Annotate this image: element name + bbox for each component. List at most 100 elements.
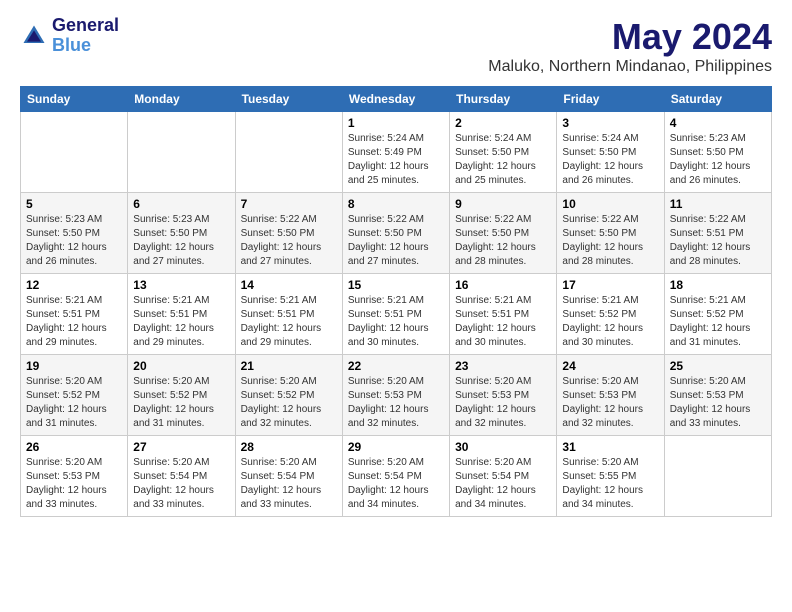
- day-info: Sunrise: 5:21 AM Sunset: 5:51 PM Dayligh…: [455, 294, 551, 350]
- calendar-cell: [235, 112, 342, 193]
- day-number: 24: [562, 359, 658, 373]
- day-info: Sunrise: 5:20 AM Sunset: 5:52 PM Dayligh…: [26, 375, 122, 431]
- calendar-header-monday: Monday: [128, 87, 235, 112]
- day-info: Sunrise: 5:23 AM Sunset: 5:50 PM Dayligh…: [133, 213, 229, 269]
- day-number: 28: [241, 440, 337, 454]
- day-number: 4: [670, 116, 766, 130]
- calendar-cell: 8 Sunrise: 5:22 AM Sunset: 5:50 PM Daylig…: [342, 193, 449, 274]
- calendar-week-row: 5 Sunrise: 5:23 AM Sunset: 5:50 PM Daylig…: [21, 193, 772, 274]
- calendar-cell: [128, 112, 235, 193]
- calendar-cell: 14 Sunrise: 5:21 AM Sunset: 5:51 PM Dayli…: [235, 274, 342, 355]
- day-info: Sunrise: 5:21 AM Sunset: 5:51 PM Dayligh…: [133, 294, 229, 350]
- calendar-cell: 2 Sunrise: 5:24 AM Sunset: 5:50 PM Daylig…: [450, 112, 557, 193]
- day-number: 25: [670, 359, 766, 373]
- day-number: 5: [26, 197, 122, 211]
- calendar-cell: 4 Sunrise: 5:23 AM Sunset: 5:50 PM Daylig…: [664, 112, 771, 193]
- day-info: Sunrise: 5:22 AM Sunset: 5:51 PM Dayligh…: [670, 213, 766, 269]
- calendar-cell: 10Sunrise: 5:22 AM Sunset: 5:50 PM Dayli…: [557, 193, 664, 274]
- day-info: Sunrise: 5:21 AM Sunset: 5:51 PM Dayligh…: [241, 294, 337, 350]
- day-info: Sunrise: 5:20 AM Sunset: 5:53 PM Dayligh…: [26, 456, 122, 512]
- day-number: 1: [348, 116, 444, 130]
- day-number: 3: [562, 116, 658, 130]
- day-number: 29: [348, 440, 444, 454]
- day-number: 20: [133, 359, 229, 373]
- day-info: Sunrise: 5:22 AM Sunset: 5:50 PM Dayligh…: [348, 213, 444, 269]
- day-info: Sunrise: 5:23 AM Sunset: 5:50 PM Dayligh…: [26, 213, 122, 269]
- day-info: Sunrise: 5:23 AM Sunset: 5:50 PM Dayligh…: [670, 132, 766, 188]
- day-number: 2: [455, 116, 551, 130]
- day-number: 16: [455, 278, 551, 292]
- day-info: Sunrise: 5:20 AM Sunset: 5:53 PM Dayligh…: [562, 375, 658, 431]
- calendar-cell: 13 Sunrise: 5:21 AM Sunset: 5:51 PM Dayli…: [128, 274, 235, 355]
- day-number: 15: [348, 278, 444, 292]
- calendar-header-friday: Friday: [557, 87, 664, 112]
- calendar-header-tuesday: Tuesday: [235, 87, 342, 112]
- calendar-cell: [21, 112, 128, 193]
- day-number: 19: [26, 359, 122, 373]
- calendar-cell: 6 Sunrise: 5:23 AM Sunset: 5:50 PM Daylig…: [128, 193, 235, 274]
- calendar-cell: [664, 436, 771, 517]
- title-area: May 2024 Maluko, Northern Mindanao, Phil…: [488, 16, 772, 76]
- day-info: Sunrise: 5:24 AM Sunset: 5:49 PM Dayligh…: [348, 132, 444, 188]
- calendar-cell: 3 Sunrise: 5:24 AM Sunset: 5:50 PM Daylig…: [557, 112, 664, 193]
- calendar-week-row: 19 Sunrise: 5:20 AM Sunset: 5:52 PM Dayli…: [21, 355, 772, 436]
- calendar-cell: 21Sunrise: 5:20 AM Sunset: 5:52 PM Dayli…: [235, 355, 342, 436]
- calendar-week-row: 12 Sunrise: 5:21 AM Sunset: 5:51 PM Dayli…: [21, 274, 772, 355]
- day-info: Sunrise: 5:20 AM Sunset: 5:54 PM Dayligh…: [241, 456, 337, 512]
- calendar-cell: 28 Sunrise: 5:20 AM Sunset: 5:54 PM Dayli…: [235, 436, 342, 517]
- logo-text: General Blue: [52, 16, 119, 56]
- calendar-cell: 16 Sunrise: 5:21 AM Sunset: 5:51 PM Dayli…: [450, 274, 557, 355]
- main-title: May 2024: [488, 16, 772, 58]
- day-number: 30: [455, 440, 551, 454]
- calendar-cell: 27 Sunrise: 5:20 AM Sunset: 5:54 PM Dayli…: [128, 436, 235, 517]
- calendar-cell: 26 Sunrise: 5:20 AM Sunset: 5:53 PM Dayli…: [21, 436, 128, 517]
- calendar-header-saturday: Saturday: [664, 87, 771, 112]
- calendar-cell: 31Sunrise: 5:20 AM Sunset: 5:55 PM Dayli…: [557, 436, 664, 517]
- day-info: Sunrise: 5:20 AM Sunset: 5:54 PM Dayligh…: [348, 456, 444, 512]
- day-info: Sunrise: 5:20 AM Sunset: 5:53 PM Dayligh…: [670, 375, 766, 431]
- day-info: Sunrise: 5:21 AM Sunset: 5:52 PM Dayligh…: [670, 294, 766, 350]
- day-info: Sunrise: 5:20 AM Sunset: 5:55 PM Dayligh…: [562, 456, 658, 512]
- day-number: 27: [133, 440, 229, 454]
- day-number: 6: [133, 197, 229, 211]
- calendar-week-row: 26 Sunrise: 5:20 AM Sunset: 5:53 PM Dayli…: [21, 436, 772, 517]
- calendar-cell: 22 Sunrise: 5:20 AM Sunset: 5:53 PM Dayli…: [342, 355, 449, 436]
- day-number: 8: [348, 197, 444, 211]
- calendar-cell: 15 Sunrise: 5:21 AM Sunset: 5:51 PM Dayli…: [342, 274, 449, 355]
- calendar-cell: 30Sunrise: 5:20 AM Sunset: 5:54 PM Dayli…: [450, 436, 557, 517]
- day-info: Sunrise: 5:20 AM Sunset: 5:53 PM Dayligh…: [348, 375, 444, 431]
- calendar-cell: 7Sunrise: 5:22 AM Sunset: 5:50 PM Daylig…: [235, 193, 342, 274]
- day-info: Sunrise: 5:24 AM Sunset: 5:50 PM Dayligh…: [455, 132, 551, 188]
- calendar-cell: 12 Sunrise: 5:21 AM Sunset: 5:51 PM Dayli…: [21, 274, 128, 355]
- day-number: 13: [133, 278, 229, 292]
- day-number: 10: [562, 197, 658, 211]
- calendar-cell: 19 Sunrise: 5:20 AM Sunset: 5:52 PM Dayli…: [21, 355, 128, 436]
- calendar-header-sunday: Sunday: [21, 87, 128, 112]
- calendar-header-row: SundayMondayTuesdayWednesdayThursdayFrid…: [21, 87, 772, 112]
- day-number: 26: [26, 440, 122, 454]
- day-info: Sunrise: 5:20 AM Sunset: 5:54 PM Dayligh…: [133, 456, 229, 512]
- calendar-week-row: 1 Sunrise: 5:24 AM Sunset: 5:49 PM Daylig…: [21, 112, 772, 193]
- day-number: 12: [26, 278, 122, 292]
- calendar-cell: 5 Sunrise: 5:23 AM Sunset: 5:50 PM Daylig…: [21, 193, 128, 274]
- calendar-cell: 25 Sunrise: 5:20 AM Sunset: 5:53 PM Dayli…: [664, 355, 771, 436]
- day-number: 18: [670, 278, 766, 292]
- header: General Blue May 2024 Maluko, Northern M…: [20, 16, 772, 76]
- day-number: 22: [348, 359, 444, 373]
- day-number: 14: [241, 278, 337, 292]
- day-number: 11: [670, 197, 766, 211]
- calendar-cell: 29 Sunrise: 5:20 AM Sunset: 5:54 PM Dayli…: [342, 436, 449, 517]
- subtitle: Maluko, Northern Mindanao, Philippines: [488, 58, 772, 76]
- calendar-cell: 23Sunrise: 5:20 AM Sunset: 5:53 PM Dayli…: [450, 355, 557, 436]
- logo-icon: [20, 22, 48, 50]
- day-info: Sunrise: 5:21 AM Sunset: 5:51 PM Dayligh…: [348, 294, 444, 350]
- calendar-cell: 11 Sunrise: 5:22 AM Sunset: 5:51 PM Dayli…: [664, 193, 771, 274]
- calendar-cell: 20Sunrise: 5:20 AM Sunset: 5:52 PM Dayli…: [128, 355, 235, 436]
- calendar-header-thursday: Thursday: [450, 87, 557, 112]
- day-number: 9: [455, 197, 551, 211]
- day-info: Sunrise: 5:22 AM Sunset: 5:50 PM Dayligh…: [455, 213, 551, 269]
- day-number: 17: [562, 278, 658, 292]
- day-info: Sunrise: 5:24 AM Sunset: 5:50 PM Dayligh…: [562, 132, 658, 188]
- day-info: Sunrise: 5:21 AM Sunset: 5:51 PM Dayligh…: [26, 294, 122, 350]
- logo: General Blue: [20, 16, 119, 56]
